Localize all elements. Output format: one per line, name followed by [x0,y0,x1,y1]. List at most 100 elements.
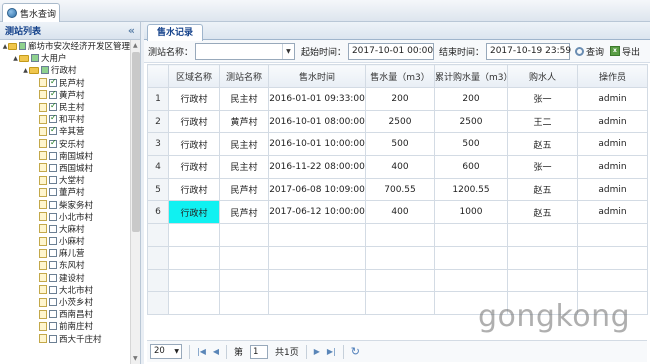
tree-checkbox[interactable] [49,163,57,172]
query-label: 查询 [585,47,604,58]
tree-checkbox[interactable] [49,237,57,246]
tree-item[interactable]: 小茨乡村 [0,296,130,308]
scroll-thumb[interactable] [132,52,140,232]
tree-item[interactable]: 安乐村 [0,138,130,150]
tree-item[interactable]: 大北市村 [0,284,130,296]
column-header[interactable]: 测站名称 [219,64,269,88]
tree-checkbox[interactable] [49,151,57,160]
tree-item[interactable]: 小北市村 [0,211,130,223]
collapse-icon[interactable]: « [128,24,135,37]
empty-cell [168,245,220,270]
tab-sales-query[interactable]: 售水查询 [2,3,60,22]
tree-item[interactable]: 民芦村 [0,77,130,89]
file-icon [39,334,47,344]
end-time-input[interactable]: 2017-10-19 23:59 [485,42,571,60]
tree-checkbox[interactable] [49,285,57,294]
refresh-icon[interactable]: ↻ [351,345,360,358]
tree-checkbox[interactable] [49,101,57,112]
column-header[interactable]: 售水量（m3） [365,64,435,88]
tree-item[interactable]: 建设村 [0,272,130,284]
page-number-input[interactable]: 1 [250,344,269,359]
tree-checkbox[interactable] [49,188,57,197]
table-row[interactable]: 6 行政村 民芦村 2017-06-12 10:00:00 400 1000 赵五 admin [147,200,648,225]
tree-checkbox[interactable] [49,89,57,99]
tree-item[interactable]: 西国城村 [0,162,130,174]
column-header[interactable]: 操作员 [577,64,648,88]
tree-item[interactable]: 黄芦村 [0,89,130,101]
table-row[interactable]: 4 行政村 民主村 2016-11-22 08:00:00 400 600 张一 admin [147,155,648,179]
tree-checkbox[interactable] [49,77,57,87]
table-cell: 700.55 [365,177,435,202]
tree-checkbox[interactable] [49,249,57,258]
tree-item-label: 西南昌村 [59,310,94,321]
divider [305,344,307,359]
station-select[interactable]: ▼ [195,42,295,60]
tree-checkbox[interactable] [49,261,57,270]
tree-item[interactable]: 西南昌村 [0,308,130,320]
tree-checkbox[interactable] [49,224,57,233]
tree-checkbox[interactable] [49,298,57,307]
tree-item[interactable]: 董芦村 [0,186,130,198]
empty-cell [434,223,508,247]
column-header[interactable]: 累计购水量（m3） [434,64,508,88]
page-size-select[interactable]: 20 [150,344,182,359]
expand-toggle-icon[interactable]: ▲ [12,55,19,62]
tree-checkbox[interactable] [31,54,39,63]
table-row[interactable]: 1 行政村 民主村 2016-01-01 09:33:00 200 200 张一 admin [147,87,648,111]
tree-scrollbar[interactable]: ▲ ▼ [130,40,140,364]
tree-checkbox[interactable] [49,334,57,343]
tree-item[interactable]: 大堂村 [0,174,130,186]
last-page-icon[interactable]: ▶| [327,347,336,356]
scroll-up-icon[interactable]: ▲ [133,42,138,49]
export-button[interactable]: x 导出 [609,45,640,58]
tree-item[interactable]: 西大千庄村 [0,333,130,345]
tree-item[interactable]: ▲ 行政村 [0,64,130,76]
table-row[interactable]: 2 行政村 黄芦村 2016-10-01 08:00:00 2500 2500 王二 admi… [147,109,648,134]
tree-checkbox[interactable] [49,212,57,221]
tab-sales-records[interactable]: 售水记录 [147,24,204,41]
tree-checkbox[interactable] [49,322,57,331]
tree-item[interactable]: ▲ 大用户 [0,52,130,64]
prev-page-icon[interactable]: ◀ [213,347,219,356]
next-page-icon[interactable]: ▶ [314,347,320,356]
tree-checkbox[interactable] [49,200,57,209]
expand-toggle-icon[interactable]: ▲ [22,67,29,74]
tree-item[interactable]: 前南庄村 [0,320,130,332]
tree-checkbox[interactable] [49,113,57,124]
first-page-icon[interactable]: |◀ [197,347,206,356]
tree-item[interactable]: 南国城村 [0,150,130,162]
tree-item[interactable]: 民主村 [0,101,130,113]
column-header[interactable]: 区域名称 [168,64,220,88]
tree-item[interactable]: 麻儿营 [0,247,130,259]
tree-item[interactable]: 小麻村 [0,235,130,247]
file-icon [39,187,47,197]
tree-item[interactable]: 大麻村 [0,223,130,235]
tree-checkbox[interactable] [49,310,57,319]
tree-checkbox[interactable] [41,66,49,75]
empty-cell [365,291,435,315]
tree-item[interactable]: 辛其营 [0,125,130,137]
tree-checkbox[interactable] [49,273,57,282]
file-icon [39,200,47,210]
table-row[interactable]: 3 行政村 民主村 2016-10-01 10:00:00 500 500 赵五 admin [147,132,648,157]
start-time-input[interactable]: 2017-10-01 00:00 [347,42,434,60]
column-header[interactable] [147,64,169,88]
tree-checkbox[interactable] [49,176,57,185]
table-cell: 600 [434,155,508,179]
panel-title: 测站列表 [5,27,42,37]
tree-item[interactable]: ▲ 廊坊市安次经济开发区管理 [0,40,130,52]
scroll-down-icon[interactable]: ▼ [133,355,138,362]
column-header[interactable]: 售水时间 [268,64,366,88]
tree-checkbox[interactable] [49,125,57,136]
table-row[interactable]: 5 行政村 民芦村 2017-06-08 10:09:00 700.55 1200.55 赵… [147,177,648,202]
tree-item[interactable]: 柴家务村 [0,198,130,211]
tree-item[interactable]: 东风村 [0,259,130,271]
table-cell: 民芦村 [219,177,269,202]
tree-checkbox[interactable] [49,138,57,148]
query-button[interactable]: 查询 [574,45,604,58]
station-list-panel: 测站列表 « ▲廊坊市安次经济开发区管理▲大用户▲行政村民芦村黄芦村民主村和平村… [0,22,141,364]
tree-checkbox[interactable] [18,42,26,51]
column-header[interactable]: 购水人 [507,64,578,88]
tree-item[interactable]: 和平村 [0,113,130,125]
chevron-down-icon[interactable]: ▼ [281,43,294,59]
